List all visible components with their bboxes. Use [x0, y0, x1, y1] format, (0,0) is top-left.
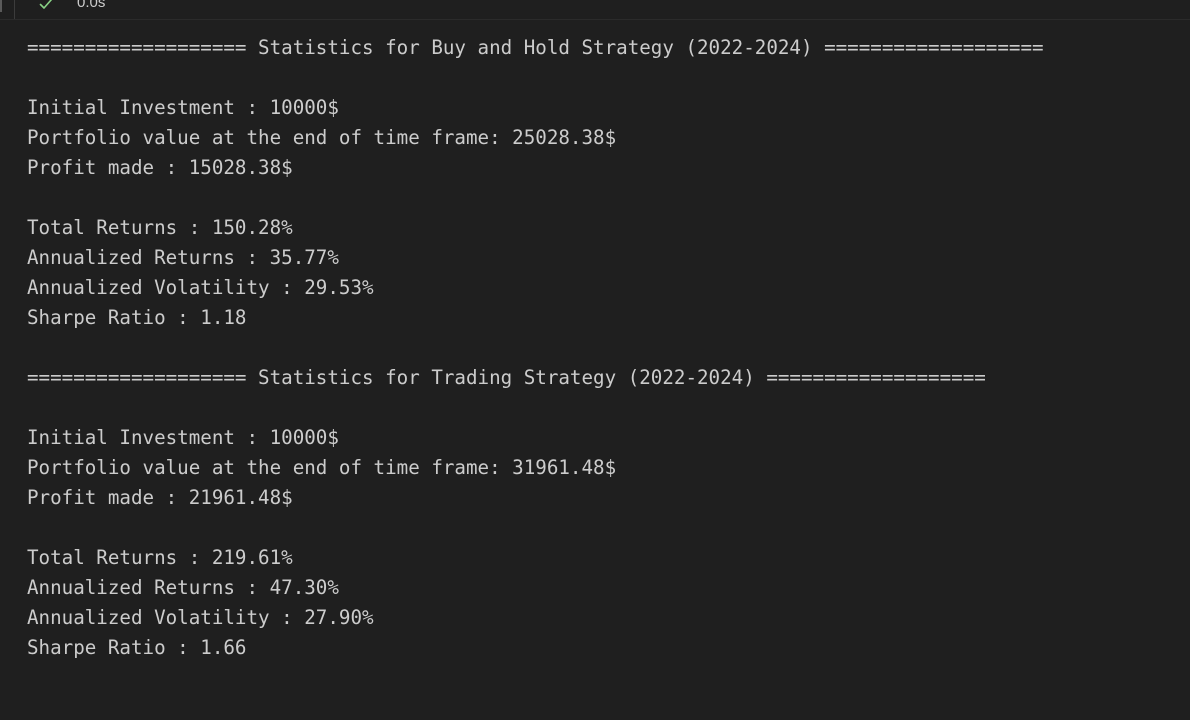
trading-header: =================== Statistics for Tradi… — [27, 366, 986, 389]
trading-annualized-volatility: Annualized Volatility : 27.90% — [27, 606, 374, 629]
trading-initial-investment: Initial Investment : 10000$ — [27, 426, 339, 449]
buy-hold-total-returns: Total Returns : 150.28% — [27, 216, 293, 239]
trading-profit: Profit made : 21961.48$ — [27, 486, 293, 509]
cell-execution-status: 0.0s — [0, 0, 1190, 20]
buy-hold-profit: Profit made : 15028.38$ — [27, 156, 293, 179]
output-text: =================== Statistics for Buy a… — [27, 33, 1177, 663]
trading-portfolio-value: Portfolio value at the end of time frame… — [27, 456, 617, 479]
buy-hold-annualized-returns: Annualized Returns : 35.77% — [27, 246, 339, 269]
trading-annualized-returns: Annualized Returns : 47.30% — [27, 576, 339, 599]
buy-hold-annualized-volatility: Annualized Volatility : 29.53% — [27, 276, 374, 299]
execution-time: 0.0s — [77, 0, 106, 11]
cell-gutter-marker — [0, 0, 2, 12]
cell-gutter — [0, 0, 15, 19]
buy-hold-header: =================== Statistics for Buy a… — [27, 36, 1044, 59]
buy-hold-initial-investment: Initial Investment : 10000$ — [27, 96, 339, 119]
check-icon — [39, 0, 53, 9]
trading-total-returns: Total Returns : 219.61% — [27, 546, 293, 569]
buy-hold-portfolio-value: Portfolio value at the end of time frame… — [27, 126, 617, 149]
trading-sharpe-ratio: Sharpe Ratio : 1.66 — [27, 636, 247, 659]
buy-hold-sharpe-ratio: Sharpe Ratio : 1.18 — [27, 306, 247, 329]
notebook-output-cell: 0.0s =================== Statistics for … — [0, 0, 1190, 720]
